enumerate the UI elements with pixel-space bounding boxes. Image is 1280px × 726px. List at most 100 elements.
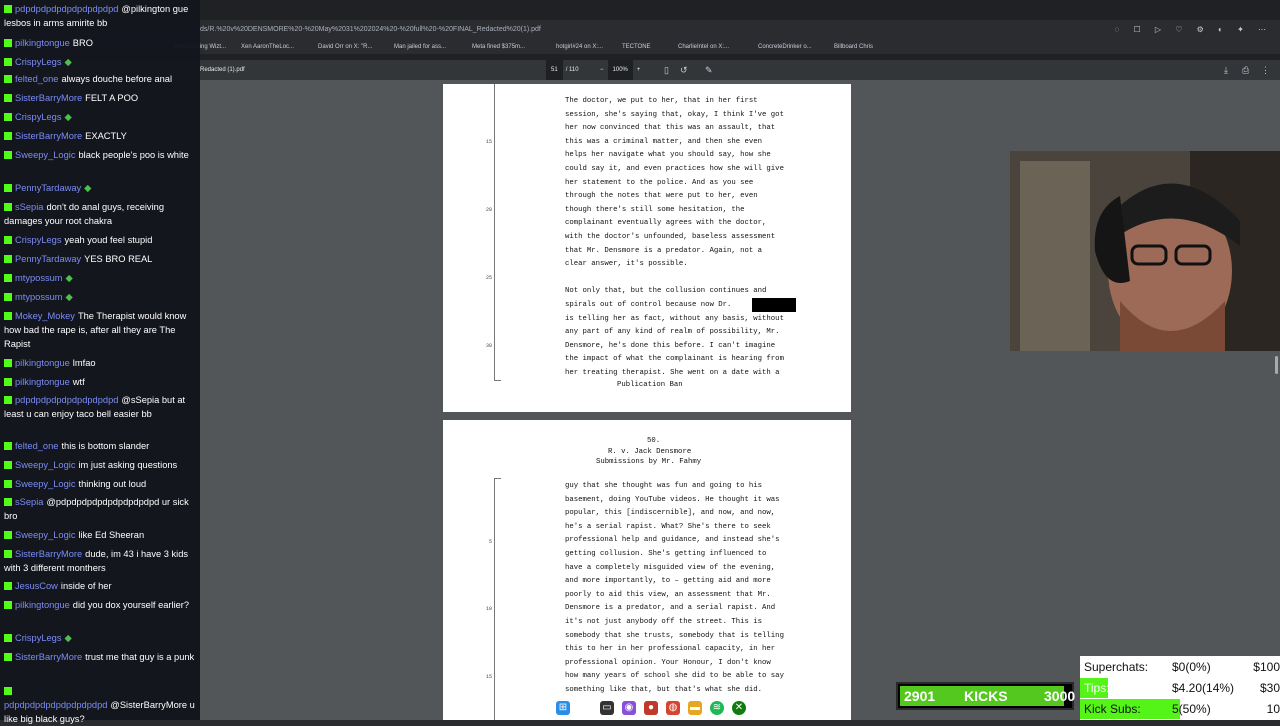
- kicks-count: 2901: [904, 688, 936, 704]
- windows-start-icon[interactable]: ⊞: [556, 701, 570, 715]
- chat-username[interactable]: mtypossum: [15, 273, 63, 283]
- chat-username[interactable]: mtypossum: [15, 292, 63, 302]
- spotify-icon[interactable]: ≋: [710, 701, 724, 715]
- submission-header: Submissions by Mr. Fahmy: [596, 458, 702, 466]
- kick-badge-icon: [4, 378, 12, 386]
- chat-text: lmfao: [72, 358, 96, 368]
- rotate-icon[interactable]: ↺: [680, 60, 688, 80]
- chat-message: CrispyLegs ◆: [4, 55, 196, 69]
- more-menu-icon[interactable]: ⋮: [1261, 60, 1270, 80]
- chat-message: pilkingtongue lmfao: [4, 356, 196, 370]
- chat-username[interactable]: CrispyLegs: [15, 633, 62, 643]
- zoom-level[interactable]: 100%: [607, 60, 633, 80]
- task-view-icon[interactable]: ▭: [600, 701, 614, 715]
- xbox-icon[interactable]: ✕: [732, 701, 746, 715]
- bookmark-item[interactable]: Meta fined $375m...: [472, 40, 525, 54]
- transcript-line: could say it, and even practices how she…: [565, 165, 784, 173]
- bookmark-item[interactable]: CharlieIntel on X:...: [678, 40, 729, 54]
- address-url[interactable]: ds/R.%20v%20DENSMORE%20-%20May%2031%2020…: [200, 20, 541, 40]
- chat-username[interactable]: pilkingtongue: [15, 377, 70, 387]
- scrollbar-thumb[interactable]: [1275, 356, 1278, 374]
- chat-username[interactable]: Sweepy_Logic: [15, 150, 75, 160]
- bookmark-item[interactable]: Billboard Chris: [834, 40, 873, 54]
- file-explorer-icon[interactable]: ▬: [688, 701, 702, 715]
- bookmark-item[interactable]: Man jailed for ass...: [394, 40, 446, 54]
- chat-text: did you dox yourself earlier?: [72, 600, 190, 610]
- toolbar-icons[interactable]: ◌ ☐ ▷ ♡ ⚙ ◐ ✦ ⋯: [1114, 20, 1272, 40]
- chat-username[interactable]: pdpdpdpdpdpdpdpdpdpd: [15, 4, 118, 14]
- chat-text: inside of her: [60, 581, 112, 591]
- line-number: 5: [489, 539, 493, 545]
- emote-icon: ◆: [65, 273, 73, 283]
- chrome-icon[interactable]: ◍: [666, 701, 680, 715]
- chat-username[interactable]: SisterBarryMore: [15, 549, 82, 559]
- kick-badge-icon: [4, 151, 12, 159]
- page-margin-corner: [494, 478, 501, 720]
- page-input[interactable]: 51: [546, 60, 563, 80]
- chat-message: Sweepy_Logic black people's poo is white: [4, 148, 196, 162]
- superchats-goal: $100: [1253, 660, 1280, 674]
- kick-badge-icon: [4, 94, 12, 102]
- chat-message: pdpdpdpdpdpdpdpdpdpd @pilkington gue lesb…: [4, 2, 196, 30]
- chat-username[interactable]: sSepia: [15, 497, 43, 507]
- chat-username[interactable]: Sweepy_Logic: [15, 460, 75, 470]
- kick-badge-icon: [4, 687, 12, 695]
- pdf-page-1: Publication Ban 15 20 25 30 The doctor, …: [443, 84, 851, 412]
- fit-page-icon[interactable]: ▯: [664, 60, 669, 80]
- chat-username[interactable]: CrispyLegs: [15, 57, 62, 67]
- chat-username[interactable]: SisterBarryMore: [15, 652, 82, 662]
- transcript-line: and more importantly, to – getting aid a…: [565, 577, 771, 586]
- zoom-out-button[interactable]: −: [600, 60, 604, 80]
- chat-username[interactable]: JesusCow: [15, 581, 58, 591]
- search-icon[interactable]: ⌕: [578, 701, 592, 715]
- chat-text: always douche before anal: [61, 74, 173, 84]
- kick-badge-icon: [4, 274, 12, 282]
- kick-subs-value: 5(50%): [1172, 702, 1211, 716]
- chat-text: EXACTLY: [85, 131, 127, 141]
- kick-badge-icon: [4, 312, 12, 320]
- bookmark-item[interactable]: Xen AaronTheLoc...: [241, 40, 294, 54]
- chat-message: Sweepy_Logic thinking out loud: [4, 477, 196, 491]
- print-icon[interactable]: ⎙: [1242, 60, 1249, 80]
- chat-username[interactable]: PennyTardaway: [15, 254, 81, 264]
- transcript-line: Not only that, but the collusion continu…: [565, 287, 767, 296]
- chat-username[interactable]: CrispyLegs: [15, 112, 62, 122]
- webcam-image: [1010, 151, 1280, 351]
- kick-badge-icon: [4, 203, 12, 211]
- chat-username[interactable]: pilkingtongue: [15, 358, 70, 368]
- transcript-line: spirals out of control because now Dr.: [565, 301, 732, 309]
- chat-username[interactable]: SisterBarryMore: [15, 93, 82, 103]
- transcript-line: how many years of school she did to be a…: [565, 672, 784, 681]
- bookmark-item[interactable]: TECTONE: [622, 40, 651, 54]
- draw-icon[interactable]: ✎: [705, 60, 713, 80]
- chat-username[interactable]: pilkingtongue: [15, 38, 70, 48]
- chat-username[interactable]: pilkingtongue: [15, 600, 70, 610]
- bookmark-item[interactable]: David Orr on X: "R...: [318, 40, 372, 54]
- zoom-in-button[interactable]: +: [637, 60, 641, 80]
- kick-badge-icon: [4, 75, 12, 83]
- chat-username[interactable]: PennyTardaway: [15, 183, 81, 193]
- browser-icon[interactable]: ●: [644, 701, 658, 715]
- chat-username[interactable]: Mokey_Mokey: [15, 311, 75, 321]
- chat-username[interactable]: sSepia: [15, 202, 43, 212]
- chat-username[interactable]: pdpdpdpdpdpdpdpdpdpd: [4, 700, 107, 710]
- discord-icon[interactable]: ◉: [622, 701, 636, 715]
- download-icon[interactable]: ⤓: [1224, 60, 1228, 80]
- page-indicator: 51/ 110: [546, 60, 579, 80]
- chat-username[interactable]: Sweepy_Logic: [15, 530, 75, 540]
- bookmark-item[interactable]: ConcreteDrinker o...: [758, 40, 812, 54]
- chat-username[interactable]: CrispyLegs: [15, 235, 62, 245]
- redaction-block: [752, 298, 796, 312]
- bookmark-item[interactable]: hotgirl#24 on X:...: [556, 40, 603, 54]
- chat-username[interactable]: pdpdpdpdpdpdpdpdpdpd: [15, 395, 118, 405]
- emote-icon: ◆: [84, 183, 92, 193]
- transcript-line: professional help and guidance, and inst…: [565, 536, 780, 545]
- kick-badge-icon: [4, 480, 12, 488]
- chat-username[interactable]: felted_one: [15, 441, 58, 451]
- chat-username[interactable]: felted_one: [15, 74, 58, 84]
- transcript-line: this to her in her professional capacity…: [565, 645, 776, 654]
- chat-username[interactable]: SisterBarryMore: [15, 131, 82, 141]
- transcript-line: her statement to the police. And as you …: [565, 178, 754, 187]
- chat-username[interactable]: Sweepy_Logic: [15, 479, 75, 489]
- transcript-line: something like that, but that's what she…: [565, 686, 763, 694]
